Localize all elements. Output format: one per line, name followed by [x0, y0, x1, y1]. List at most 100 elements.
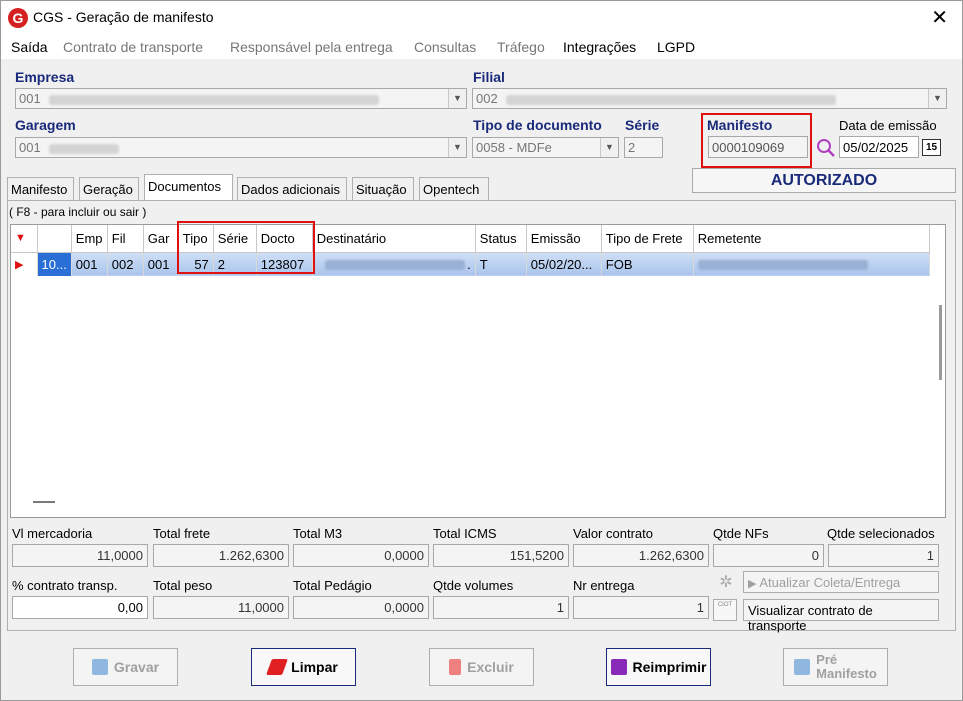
menu-contrato[interactable]: Contrato de transporte: [63, 39, 203, 55]
reimprimir-label: Reimprimir: [632, 659, 707, 675]
valor-contrato-label: Valor contrato: [573, 526, 653, 541]
col-emp[interactable]: Emp: [71, 225, 108, 253]
limpar-label: Limpar: [291, 659, 338, 675]
total-pedagio-field: 0,0000: [293, 596, 429, 619]
qtde-selecionados-field: 1: [828, 544, 939, 567]
horizontal-scrollbar[interactable]: [33, 501, 55, 503]
window-title: CGS - Geração de manifesto: [33, 9, 214, 25]
menu-trafego[interactable]: Tráfego: [497, 39, 545, 55]
atualizar-coleta-label: Atualizar Coleta/Entrega: [759, 575, 901, 590]
total-m3-field: 0,0000: [293, 544, 429, 567]
excluir-button[interactable]: Excluir: [429, 648, 534, 686]
gravar-label: Gravar: [113, 659, 160, 675]
sort-indicator-icon[interactable]: ▼: [11, 225, 38, 253]
pre-manifesto-button[interactable]: Pré Manifesto: [783, 648, 888, 686]
chevron-down-icon: ▼: [600, 138, 618, 157]
tipo-doc-select[interactable]: 0058 - MDFe ▼: [472, 137, 619, 158]
cell-status[interactable]: T: [475, 252, 527, 276]
search-icon[interactable]: [816, 138, 836, 158]
tab-situacao[interactable]: Situação: [352, 177, 414, 200]
vl-mercadoria-label: Vl mercadoria: [12, 526, 93, 541]
cell-gar[interactable]: 001: [143, 252, 179, 276]
tipo-doc-label: Tipo de documento: [473, 117, 602, 133]
menu-consultas[interactable]: Consultas: [414, 39, 476, 55]
filial-select[interactable]: 002 ▼: [472, 88, 947, 109]
reimprimir-button[interactable]: Reimprimir: [606, 648, 711, 686]
serie-label: Série: [625, 117, 660, 133]
tipo-doc-value: 0058 - MDFe: [476, 140, 552, 155]
cell-emp[interactable]: 001: [71, 252, 108, 276]
menu-integracoes[interactable]: Integrações: [563, 39, 636, 55]
cell-tipo-frete[interactable]: FOB: [601, 252, 694, 276]
menu-responsavel[interactable]: Responsável pela entrega: [230, 39, 393, 55]
col-destinatario[interactable]: Destinatário: [312, 225, 476, 253]
data-emissao-label: Data de emissão: [839, 118, 937, 133]
close-icon[interactable]: ✕: [931, 5, 948, 30]
col-status[interactable]: Status: [475, 225, 527, 253]
pre-manifesto-label-1: Pré: [816, 652, 838, 667]
total-icms-label: Total ICMS: [433, 526, 497, 541]
calendar-icon[interactable]: 15: [922, 139, 941, 156]
col-tipo-frete[interactable]: Tipo de Frete: [601, 225, 694, 253]
trash-icon: [449, 659, 462, 675]
empresa-value: 001: [19, 91, 41, 106]
tab-dados-adicionais[interactable]: Dados adicionais: [237, 177, 347, 200]
excluir-label: Excluir: [467, 659, 514, 675]
pct-contrato-label: % contrato transp.: [12, 578, 118, 593]
cell-fil[interactable]: 002: [107, 252, 144, 276]
app-logo: G: [8, 8, 28, 28]
empresa-select[interactable]: 001 ▼: [15, 88, 467, 109]
col-gar[interactable]: Gar: [143, 225, 179, 253]
table-row[interactable]: ▶ 10... 001 002 001 57 2 123807 . T 05/0…: [11, 252, 930, 276]
qtde-volumes-field: 1: [433, 596, 569, 619]
total-icms-field: 151,5200: [433, 544, 569, 567]
empresa-label: Empresa: [15, 69, 75, 85]
cell-id[interactable]: 10...: [37, 252, 72, 276]
qtde-volumes-label: Qtde volumes: [433, 578, 514, 593]
cell-destinatario[interactable]: .: [312, 252, 476, 276]
data-emissao-field[interactable]: 05/02/2025: [839, 136, 919, 158]
total-peso-label: Total peso: [153, 578, 213, 593]
filial-value: 002: [476, 91, 498, 106]
chevron-down-icon: ▼: [448, 138, 466, 157]
cell-remetente[interactable]: [693, 252, 930, 276]
manifest-window: G CGS - Geração de manifesto ✕ Saída Con…: [0, 0, 963, 701]
tab-manifesto[interactable]: Manifesto: [7, 177, 74, 200]
tab-geracao[interactable]: Geração: [79, 177, 139, 200]
vl-mercadoria-field: 11,0000: [12, 544, 148, 567]
save-icon: [91, 659, 108, 675]
vertical-scrollbar[interactable]: [939, 305, 942, 380]
menu-saida[interactable]: Saída: [11, 39, 48, 55]
cell-destinatario-text: .: [467, 256, 471, 272]
tab-documentos[interactable]: Documentos: [144, 174, 233, 200]
documents-grid[interactable]: ▼ Emp Fil Gar Tipo Série Docto Destinatá…: [10, 224, 946, 518]
col-id[interactable]: [37, 225, 72, 253]
printer-icon: [610, 659, 627, 675]
eraser-icon: [266, 659, 289, 675]
tab-opentech[interactable]: Opentech: [419, 177, 489, 200]
col-fil[interactable]: Fil: [107, 225, 144, 253]
pct-contrato-field[interactable]: 0,00: [12, 596, 148, 619]
atualizar-coleta-button[interactable]: ▶ Atualizar Coleta/Entrega: [743, 571, 939, 593]
cell-emissao[interactable]: 05/02/20...: [526, 252, 602, 276]
bug-icon[interactable]: ✲: [714, 572, 738, 592]
menu-lgpd[interactable]: LGPD: [657, 39, 695, 55]
qtde-nfs-field: 0: [713, 544, 824, 567]
nr-entrega-field: 1: [573, 596, 709, 619]
valor-contrato-field: 1.262,6300: [573, 544, 709, 567]
ciot-icon[interactable]: CIOT: [713, 599, 737, 621]
col-emissao[interactable]: Emissão: [526, 225, 602, 253]
garagem-select[interactable]: 001 ▼: [15, 137, 467, 158]
gravar-button[interactable]: Gravar: [73, 648, 178, 686]
visualizar-contrato-button[interactable]: Visualizar contrato de transporte: [743, 599, 939, 633]
col-remetente[interactable]: Remetente: [693, 225, 930, 253]
serie-field[interactable]: 2: [624, 137, 663, 158]
qtde-selecionados-label: Qtde selecionados: [827, 526, 935, 541]
save-icon: [794, 659, 811, 675]
pre-manifesto-label-2: Manifesto: [816, 666, 877, 681]
pre-manifesto-label: Pré Manifesto: [816, 653, 877, 681]
total-frete-label: Total frete: [153, 526, 211, 541]
update-icon: ▶: [748, 578, 757, 590]
f8-hint: ( F8 - para incluir ou sair ): [9, 205, 147, 219]
limpar-button[interactable]: Limpar: [251, 648, 356, 686]
